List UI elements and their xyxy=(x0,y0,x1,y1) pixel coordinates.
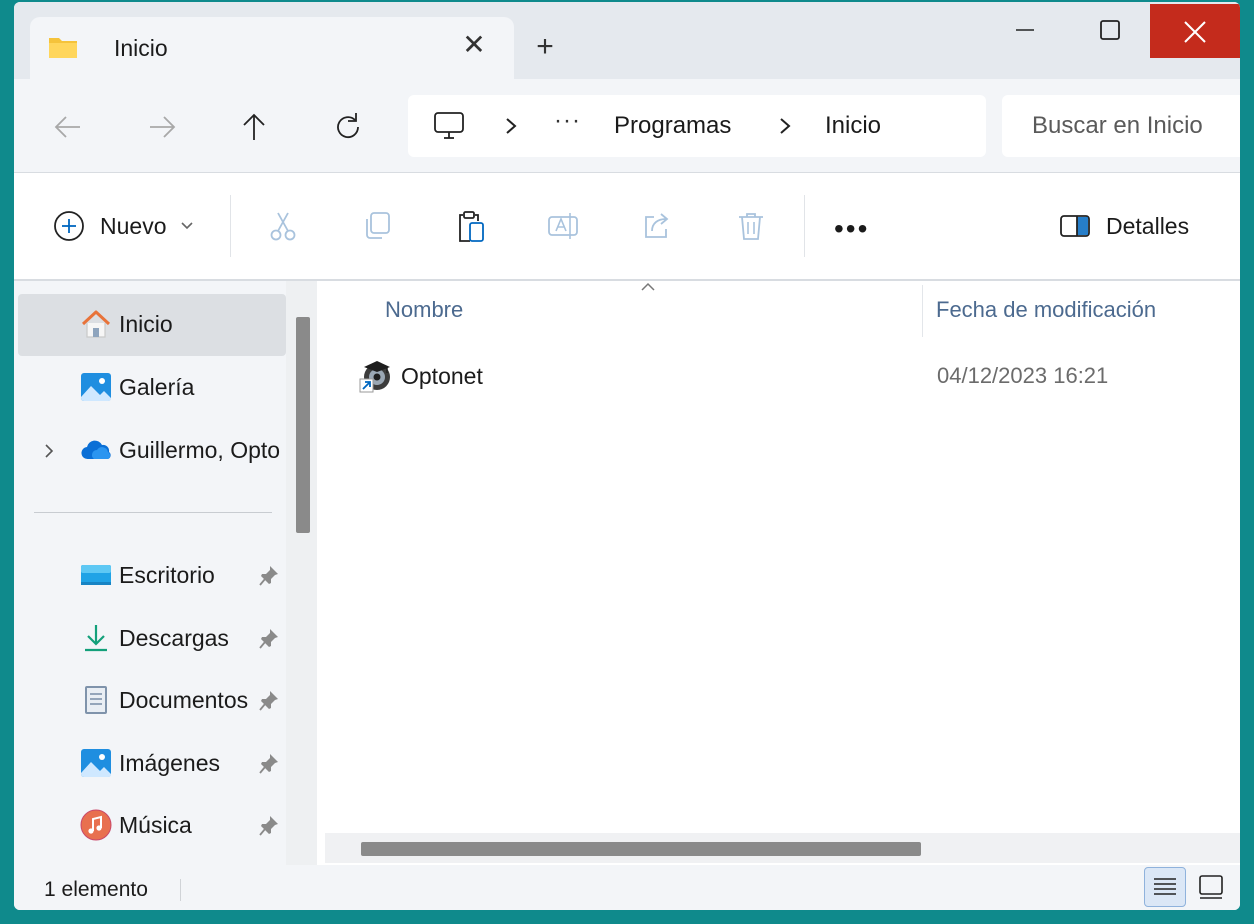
sidebar-item-inicio[interactable]: Inicio xyxy=(18,294,286,356)
search-input[interactable]: Buscar en Inicio xyxy=(1002,95,1240,157)
details-pane-button[interactable]: Detalles xyxy=(1058,209,1189,243)
sidebar-item-label: Escritorio xyxy=(119,562,215,588)
sidebar-scrollbar-thumb[interactable] xyxy=(296,317,310,533)
table-row[interactable]: Optonet 04/12/2023 16:21 xyxy=(357,357,1237,397)
plus-circle-icon xyxy=(54,211,84,241)
pin-icon[interactable] xyxy=(258,564,280,588)
toolbar-divider xyxy=(804,195,805,257)
back-arrow-icon[interactable] xyxy=(50,109,86,145)
more-options-button[interactable]: ••• xyxy=(834,213,869,245)
maximize-button[interactable] xyxy=(1080,12,1140,48)
folder-icon xyxy=(49,38,77,58)
new-tab-button[interactable]: + xyxy=(530,32,560,62)
details-pane-icon xyxy=(1060,215,1090,237)
sort-ascending-icon xyxy=(641,282,655,291)
tab-title: Inicio xyxy=(114,35,168,61)
sidebar-item-documentos[interactable]: Documentos xyxy=(18,670,286,732)
list-view-icon xyxy=(1154,878,1176,895)
sidebar-item-imagenes[interactable]: Imágenes xyxy=(18,733,286,795)
details-view-button[interactable] xyxy=(1144,867,1186,907)
cut-icon[interactable] xyxy=(266,209,300,243)
file-explorer-window: Inicio ✕ + ··· Programas Inicio Buscar e… xyxy=(14,2,1240,910)
sidebar-item-label: Inicio xyxy=(119,311,173,337)
chevron-down-icon xyxy=(181,222,194,230)
navigation-bar: ··· Programas Inicio Buscar en Inicio xyxy=(14,79,1240,172)
pictures-icon xyxy=(81,749,111,778)
sidebar-item-musica[interactable]: Música xyxy=(18,795,286,857)
refresh-icon[interactable] xyxy=(330,109,366,145)
column-splitter[interactable] xyxy=(922,285,923,337)
file-name: Optonet xyxy=(401,363,483,389)
breadcrumb-inicio[interactable]: Inicio xyxy=(825,112,881,140)
column-header-modified[interactable]: Fecha de modificación xyxy=(936,297,1156,323)
title-bar: Inicio ✕ + xyxy=(14,2,1240,79)
address-bar[interactable]: ··· Programas Inicio xyxy=(408,95,986,157)
minimize-icon xyxy=(1016,29,1034,31)
delete-trash-icon[interactable] xyxy=(734,209,768,243)
sidebar-item-escritorio[interactable]: Escritorio xyxy=(18,545,286,607)
minimize-button[interactable] xyxy=(994,12,1054,48)
command-bar: Nuevo ••• Detalles xyxy=(14,173,1240,280)
copy-icon[interactable] xyxy=(360,209,394,243)
search-placeholder: Buscar en Inicio xyxy=(1032,112,1203,139)
chevron-right-icon[interactable] xyxy=(500,113,522,139)
sidebar-item-label: Galería xyxy=(119,374,195,400)
address-overflow[interactable]: ··· xyxy=(554,107,581,135)
gallery-icon xyxy=(81,373,111,402)
download-icon xyxy=(85,625,107,652)
chevron-right-icon[interactable] xyxy=(42,441,56,461)
sidebar-item-label: Imágenes xyxy=(119,750,221,776)
new-button[interactable]: Nuevo xyxy=(52,209,194,243)
file-list: Nombre Fecha de modificación Optonet 04/… xyxy=(317,281,1240,865)
sidebar-item-label: Música xyxy=(119,812,192,838)
sidebar-item-galeria[interactable]: Galería xyxy=(18,357,286,419)
tab-inicio[interactable]: Inicio ✕ xyxy=(30,17,514,79)
sidebar-item-onedrive[interactable]: Guillermo, Opto xyxy=(18,420,286,482)
close-tab-icon[interactable]: ✕ xyxy=(460,31,488,59)
sidebar-item-descargas[interactable]: Descargas xyxy=(18,608,286,670)
close-icon xyxy=(1184,21,1206,43)
navigation-pane: Inicio Galería Guillermo, Opto Escritori… xyxy=(14,281,317,865)
maximize-icon xyxy=(1100,20,1120,40)
rename-icon[interactable] xyxy=(546,209,580,243)
tiles-view-icon xyxy=(1199,875,1223,899)
new-button-label: Nuevo xyxy=(100,212,167,239)
sidebar-item-label: Descargas xyxy=(119,625,229,651)
desktop-icon xyxy=(81,565,111,585)
up-arrow-icon[interactable] xyxy=(236,109,272,145)
horizontal-scrollbar-thumb[interactable] xyxy=(361,842,921,856)
breadcrumb-programas[interactable]: Programas xyxy=(614,112,731,140)
shortcut-app-icon xyxy=(359,361,390,393)
documents-icon xyxy=(85,686,107,714)
status-bar: 1 elemento xyxy=(14,865,1240,910)
pin-icon[interactable] xyxy=(258,752,280,776)
pin-icon[interactable] xyxy=(258,814,280,838)
status-divider xyxy=(180,879,181,901)
home-icon xyxy=(81,310,111,338)
pin-icon[interactable] xyxy=(258,627,280,651)
column-header-name[interactable]: Nombre xyxy=(385,297,463,323)
item-count: 1 elemento xyxy=(44,878,148,901)
onedrive-cloud-icon xyxy=(81,440,111,460)
details-label: Detalles xyxy=(1106,212,1190,239)
pin-icon[interactable] xyxy=(258,689,280,713)
file-modified-date: 04/12/2023 16:21 xyxy=(937,363,1109,388)
sidebar-item-label: Documentos xyxy=(119,687,249,713)
music-icon xyxy=(80,809,112,841)
paste-icon[interactable] xyxy=(454,209,488,243)
share-icon[interactable] xyxy=(640,209,674,243)
sidebar-item-label: Guillermo, Opto xyxy=(119,437,281,463)
toolbar-divider xyxy=(230,195,231,257)
forward-arrow-icon[interactable] xyxy=(144,109,180,145)
chevron-right-icon[interactable] xyxy=(774,113,796,139)
computer-icon xyxy=(434,112,464,139)
close-window-button[interactable] xyxy=(1150,4,1240,58)
tiles-view-button[interactable] xyxy=(1190,867,1232,907)
sidebar-divider xyxy=(34,512,272,513)
